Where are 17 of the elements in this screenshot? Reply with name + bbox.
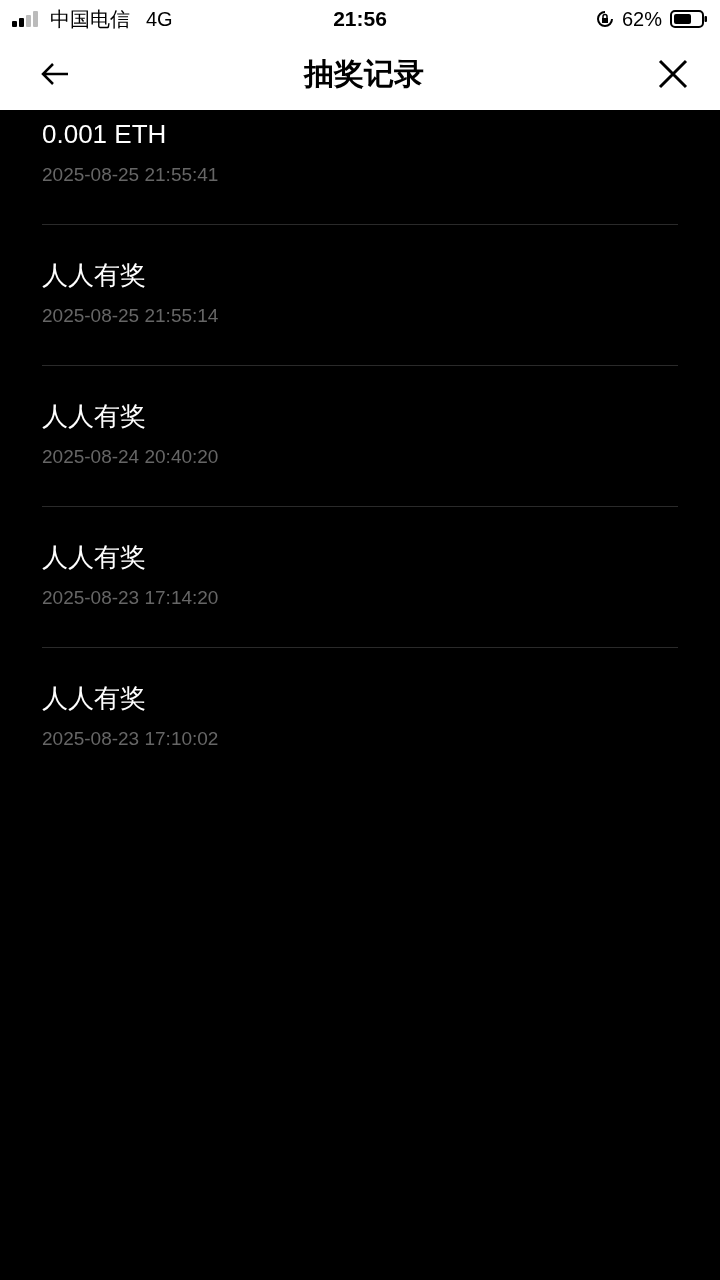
draw-time: 2025-08-25 21:55:41 [42, 164, 220, 186]
draw-time: 2025-08-24 20:40:20 [42, 446, 220, 468]
prize-name: 0.001 ETH [42, 118, 168, 150]
carrier-name: 中国电信 [50, 6, 130, 32]
clock-time: 21:56 [333, 7, 387, 31]
network-type: 4G [146, 7, 173, 31]
prize-name: 人人有奖 [42, 682, 147, 714]
battery-percent: 62% [621, 7, 662, 31]
prize-name: 人人有奖 [42, 541, 147, 573]
draw-time: 2025-08-23 17:14:20 [42, 587, 220, 609]
prize-name: 人人有奖 [42, 259, 147, 291]
draw-time: 2025-08-25 21:55:14 [42, 305, 220, 327]
page-title: 抽奖记录 [304, 55, 424, 92]
rotation-lock-icon [595, 10, 614, 28]
battery-icon [670, 10, 708, 28]
draw-time: 2025-08-23 17:10:02 [42, 728, 220, 750]
prize-name: 人人有奖 [42, 400, 147, 432]
